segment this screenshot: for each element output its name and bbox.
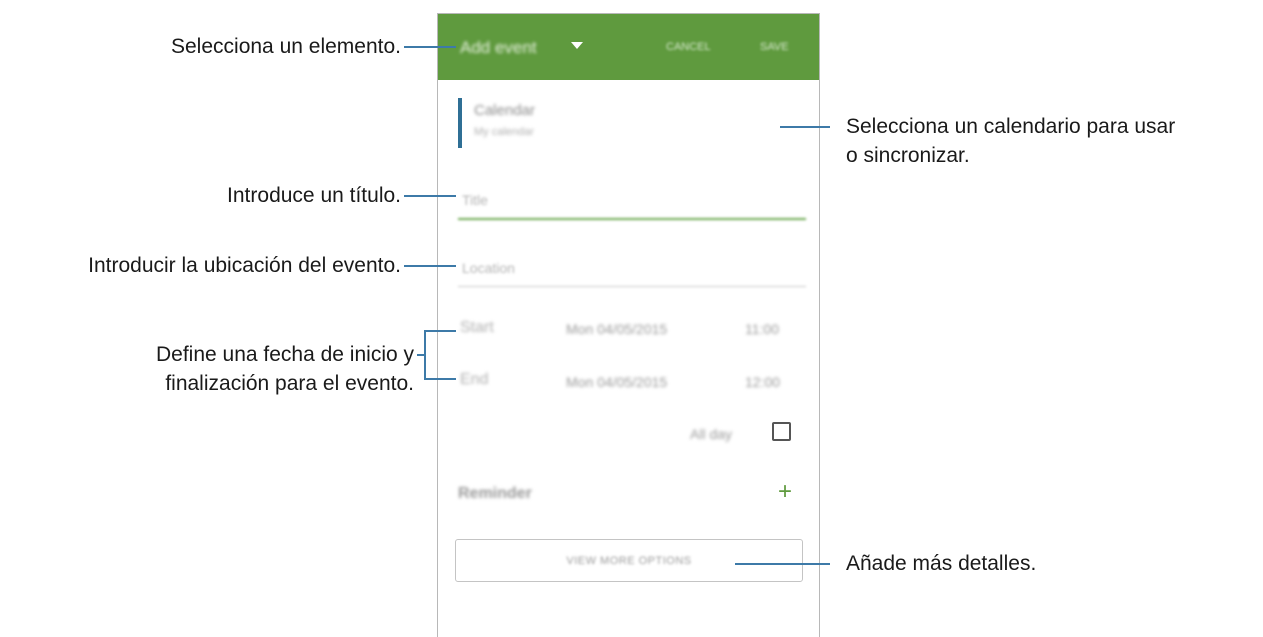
end-time[interactable]: 12:00 (745, 374, 780, 390)
callout-select-calendar: Selecciona un calendario para usar o sin… (846, 112, 1175, 170)
add-event-title[interactable]: Add event (460, 38, 537, 58)
callout-define-dates-line1: Define una fecha de inicio y (156, 343, 414, 366)
all-day-checkbox[interactable] (772, 422, 791, 441)
callout-bracket-stem (417, 354, 426, 356)
cancel-button[interactable]: CANCEL (666, 41, 711, 53)
start-date[interactable]: Mon 04/05/2015 (566, 321, 667, 337)
callout-enter-title: Introduce un título. (227, 184, 401, 207)
save-button[interactable]: SAVE (760, 41, 789, 53)
end-date[interactable]: Mon 04/05/2015 (566, 374, 667, 390)
callout-define-dates: Define una fecha de inicio y finalizació… (156, 340, 414, 398)
view-more-options-button[interactable]: VIEW MORE OPTIONS (455, 539, 803, 582)
start-label: Start (460, 319, 494, 336)
callout-line-select-calendar (780, 126, 830, 128)
all-day-label: All day (690, 426, 733, 442)
callout-define-dates-line2: finalización para el evento. (165, 372, 414, 395)
title-input[interactable] (458, 182, 806, 220)
callout-select-calendar-line2: o sincronizar. (846, 144, 970, 167)
callout-add-details: Añade más detalles. (846, 552, 1037, 575)
callout-line-enter-location (404, 265, 456, 267)
end-label: End (460, 371, 489, 388)
start-time[interactable]: 11:00 (745, 321, 779, 337)
callout-select-calendar-line1: Selecciona un calendario para usar (846, 115, 1176, 138)
location-input[interactable] (458, 249, 806, 287)
callout-line-select-item (404, 46, 456, 48)
callout-line-enter-title (404, 195, 456, 197)
app-bar: Add event CANCEL SAVE (438, 14, 819, 80)
callout-bracket-bottom (424, 378, 456, 380)
callout-bracket-top (424, 330, 456, 332)
calendar-name[interactable]: My calendar (474, 126, 534, 138)
calendar-label[interactable]: Calendar (474, 102, 535, 119)
add-reminder-icon[interactable]: + (778, 480, 792, 504)
callout-enter-location: Introducir la ubicación del evento. (88, 254, 401, 277)
calendar-color-marker (458, 98, 462, 148)
callout-line-add-details (735, 563, 830, 565)
callout-select-item: Selecciona un elemento. (171, 35, 401, 58)
reminder-label: Reminder (458, 485, 532, 502)
phone-screen: Add event CANCEL SAVE Calendar My calend… (437, 13, 820, 637)
chevron-down-icon[interactable] (571, 42, 583, 49)
